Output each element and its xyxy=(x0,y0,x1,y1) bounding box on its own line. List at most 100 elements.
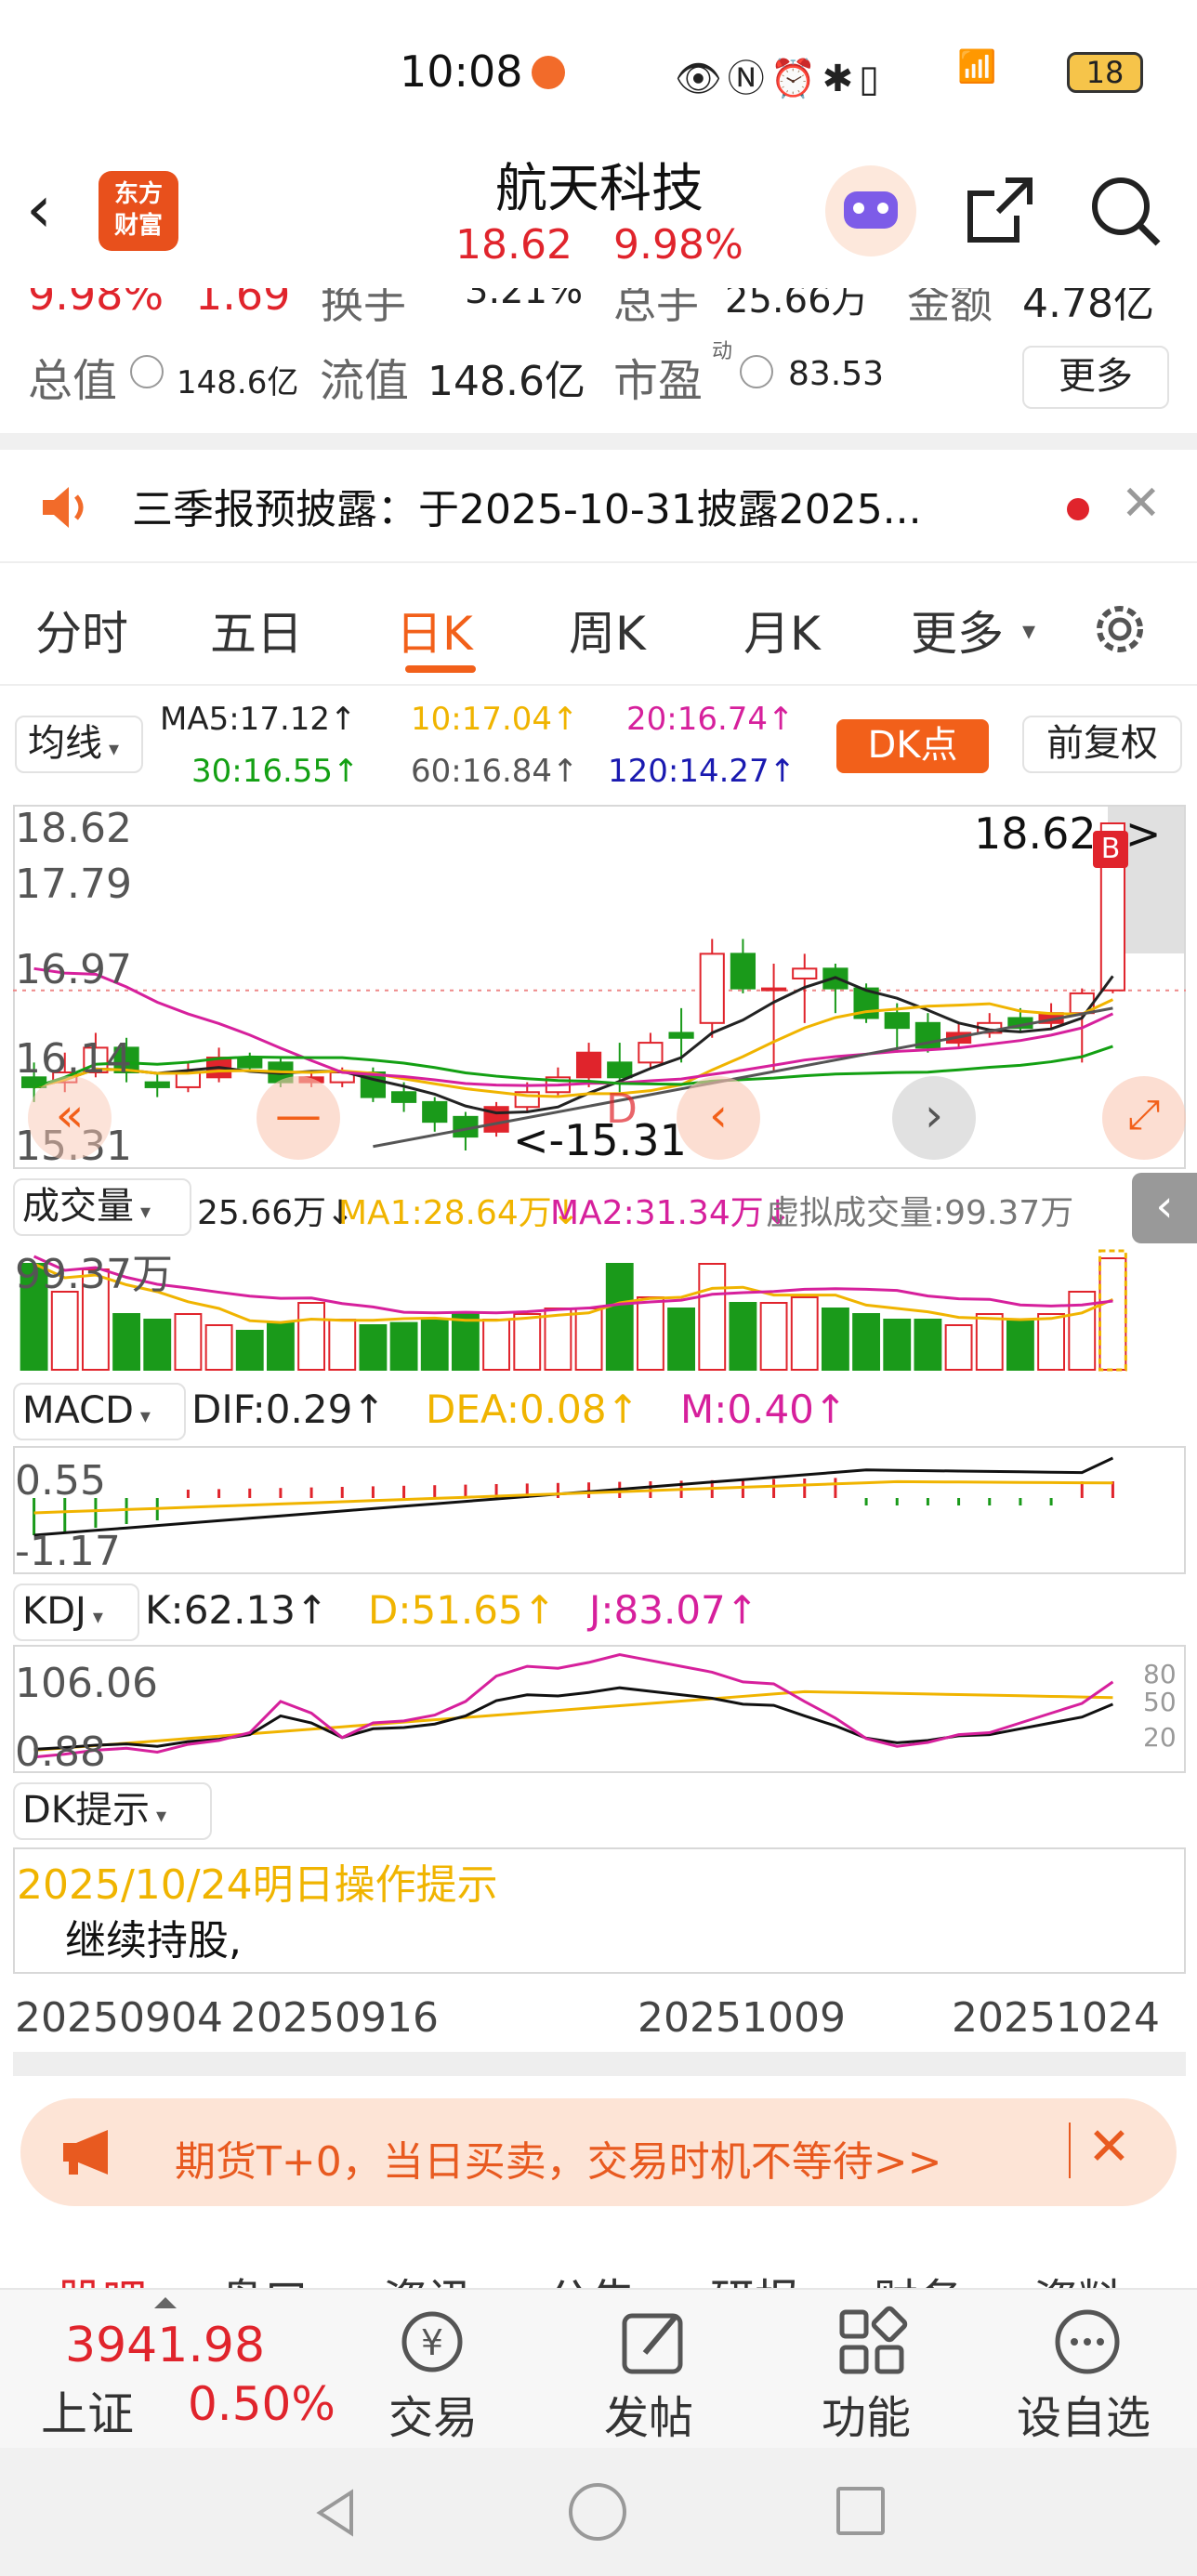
nav-trade[interactable]: 交易 xyxy=(388,2381,478,2446)
tab-pankou[interactable]: 盘口 xyxy=(219,2264,309,2288)
tab-minute[interactable]: 分时 xyxy=(35,597,128,664)
kdj-k: K:62.13↑ xyxy=(145,1587,329,1633)
volume-bar xyxy=(729,1302,757,1371)
trade-icon[interactable]: ¥ xyxy=(390,2305,474,2379)
candle-body xyxy=(237,1057,263,1069)
buy-marker[interactable]: B xyxy=(1093,831,1128,868)
y-label-2: 17.79 xyxy=(15,861,132,908)
ad-banner[interactable]: 期货T+0，当日买卖，交易时机不等待>> ✕ xyxy=(20,2098,1177,2206)
d-marker: D xyxy=(606,1085,638,1133)
volume-bar xyxy=(698,1263,727,1371)
amount-value: 4.78亿 xyxy=(1022,288,1154,327)
prev-button[interactable]: ‹ xyxy=(677,1076,760,1160)
date-scroll-track xyxy=(13,2052,1186,2076)
ma-legend: 均线 ▾ MA5:17.12↑ 10:17.04↑ 20:16.74↑ 30:1… xyxy=(0,688,1197,799)
kdj-chart[interactable] xyxy=(13,1645,1186,1773)
volume-selector[interactable]: 成交量 ▾ xyxy=(13,1178,191,1236)
fullscreen-icon[interactable]: ⤢ xyxy=(1102,1076,1186,1160)
macd-legend: MACD ▾ DIF:0.29↑ DEA:0.08↑ M:0.40↑ xyxy=(0,1379,1197,1444)
battery-level: 18 xyxy=(1085,55,1125,90)
index-value[interactable]: 3941.98 xyxy=(65,2318,265,2373)
robot-assistant-icon[interactable] xyxy=(825,165,916,256)
pe-superscript: 动 xyxy=(712,340,733,363)
tab-finance[interactable]: 财务 xyxy=(874,2264,963,2288)
macd-dif: DIF:0.29↑ xyxy=(191,1387,386,1432)
system-recents-icon[interactable] xyxy=(836,2487,885,2535)
battery-icon: 18 xyxy=(1067,52,1143,93)
volume-bar xyxy=(667,1308,696,1371)
ma-selector[interactable]: 均线 ▾ xyxy=(15,716,143,773)
info-icon[interactable] xyxy=(130,355,164,388)
system-back-icon[interactable] xyxy=(309,2485,364,2541)
collapse-side-icon[interactable]: ‹ xyxy=(1132,1173,1197,1243)
dk-tip-selector-label: DK提示 xyxy=(22,1789,151,1832)
notice-bar[interactable]: 三季报预披露：于2025-10-31披露2025... ✕ xyxy=(0,450,1197,561)
search-icon[interactable] xyxy=(1087,173,1164,249)
volume-y-label: 99.37万 xyxy=(15,1251,173,1298)
scroll-left-fast-button[interactable]: « xyxy=(28,1076,112,1160)
tab-monthly-k[interactable]: 月K xyxy=(743,597,821,664)
tab-research[interactable]: 研报 xyxy=(710,2264,799,2288)
dk-tip-date: 2025/10/24明日操作提示 xyxy=(17,1861,498,1909)
kdj-d: D:51.65↑ xyxy=(368,1587,556,1633)
volume-bar xyxy=(112,1313,141,1371)
tab-guba[interactable]: 股吧 xyxy=(58,2264,147,2288)
tab-weekly-k[interactable]: 周K xyxy=(569,597,646,664)
section-divider xyxy=(0,433,1197,450)
kdj-level-20: 20 xyxy=(1143,1722,1177,1753)
volume-ma2: MA2:31.34万↓ xyxy=(550,1194,792,1232)
ad-close-icon[interactable]: ✕ xyxy=(1087,2117,1131,2177)
volume-bar xyxy=(420,1319,449,1371)
back-icon[interactable]: ‹ xyxy=(26,171,52,247)
float-cap-value: 148.6亿 xyxy=(428,358,585,405)
turnover-label: 换手 xyxy=(321,288,406,327)
volume-chart[interactable] xyxy=(13,1245,1186,1372)
volume-bar xyxy=(790,1296,819,1371)
tab-news[interactable]: 资讯 xyxy=(383,2264,472,2288)
zoom-out-button[interactable]: — xyxy=(256,1076,340,1160)
ma120-value: 120:14.27↑ xyxy=(608,753,796,790)
share-icon[interactable] xyxy=(965,175,1035,245)
index-pct[interactable]: 0.50% xyxy=(188,2377,335,2431)
volume-legend: 成交量 ▾ 25.66万↓ MA1:28.64万↓ MA2:31.34万↓ 虚拟… xyxy=(0,1173,1197,1243)
nav-function[interactable]: 功能 xyxy=(822,2381,911,2446)
header-price: 18.62 xyxy=(455,221,572,269)
volume-bar xyxy=(513,1313,542,1371)
gear-icon[interactable] xyxy=(1087,597,1152,662)
volume-bar xyxy=(389,1321,418,1371)
macd-selector[interactable]: MACD ▾ xyxy=(13,1383,186,1440)
ma60-value: 60:16.84↑ xyxy=(411,753,579,790)
volume-bar xyxy=(266,1321,295,1371)
total-cap-label: 总值 xyxy=(28,355,118,407)
tab-five-day[interactable]: 五日 xyxy=(210,597,303,664)
dk-point-button[interactable]: DK点 xyxy=(836,719,989,773)
kdj-level-50: 50 xyxy=(1143,1687,1177,1717)
index-name[interactable]: 上证 xyxy=(41,2377,134,2444)
pe-info-icon[interactable] xyxy=(740,355,773,388)
amount-label: 金额 xyxy=(907,288,993,327)
expand-index-icon[interactable] xyxy=(154,2297,177,2308)
float-cap-label: 流值 xyxy=(320,355,410,407)
next-button[interactable]: › xyxy=(892,1076,976,1160)
more-quote-button[interactable]: 更多 xyxy=(1022,346,1169,409)
bottom-nav: 3941.98 上证 0.50% ¥ 交易 发帖 功能 设自选 xyxy=(0,2288,1197,2448)
kdj-selector[interactable]: KDJ ▾ xyxy=(13,1584,139,1641)
tab-more[interactable]: 更多 xyxy=(911,597,1004,664)
nav-post[interactable]: 发帖 xyxy=(604,2381,693,2446)
macd-chart[interactable] xyxy=(13,1446,1186,1574)
nav-add-watchlist[interactable]: 设自选 xyxy=(1017,2381,1151,2446)
tab-announcement[interactable]: 公告 xyxy=(546,2264,636,2288)
dk-tip-selector[interactable]: DK提示 ▾ xyxy=(13,1782,212,1840)
candle-body xyxy=(760,987,787,992)
post-icon[interactable] xyxy=(617,2305,691,2379)
close-notice-icon[interactable]: ✕ xyxy=(1121,476,1162,532)
adjust-button[interactable]: 前复权 xyxy=(1022,716,1182,773)
tab-profile[interactable]: 资料 xyxy=(1033,2264,1123,2288)
add-watchlist-icon[interactable] xyxy=(1050,2305,1125,2379)
system-home-icon[interactable] xyxy=(569,2483,626,2541)
candle-body xyxy=(668,1032,694,1039)
volume-bar xyxy=(821,1308,849,1371)
tab-daily-k[interactable]: 日K xyxy=(396,597,473,664)
function-grid-icon[interactable] xyxy=(835,2305,909,2379)
volume-bar xyxy=(759,1302,788,1371)
